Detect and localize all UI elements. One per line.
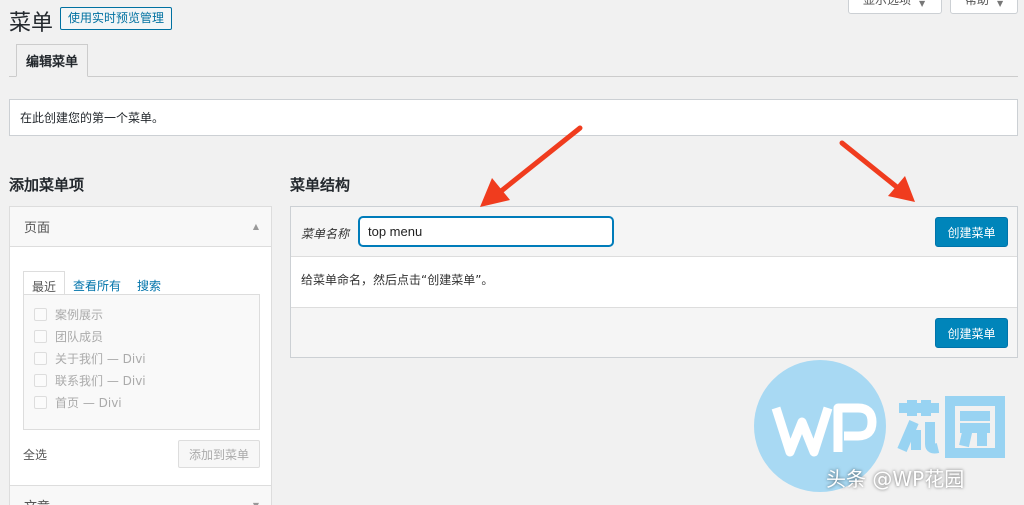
arrow-to-create-button-icon [839,140,915,202]
arrow-to-input-icon [480,125,583,207]
watermark-caption: 头条 @WP花园 [826,467,965,491]
